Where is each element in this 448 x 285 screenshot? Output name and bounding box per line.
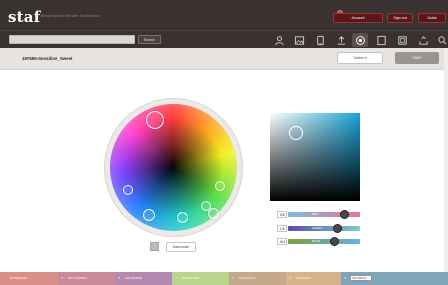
red-value-input[interactable]: 198 — [277, 211, 287, 218]
signout-button[interactable]: Sign out — [387, 13, 413, 23]
image-icon[interactable] — [291, 33, 307, 47]
palette-strip: ROSEQUAN × SKY GUARDI × MAUVESHE × WHITE… — [0, 272, 448, 285]
account-button[interactable]: Account — [333, 13, 383, 23]
user-icon[interactable] — [271, 33, 287, 47]
wheel-handle[interactable] — [177, 212, 188, 223]
tagline: Bring visions to life with Shutterstock — [41, 14, 100, 18]
blue-slider-track[interactable]: BLUE — [288, 239, 360, 244]
wheel-handle[interactable] — [123, 185, 133, 195]
wheel-handle[interactable] — [208, 208, 219, 219]
red-slider-knob[interactable] — [339, 210, 349, 219]
harmonize-button[interactable]: Harmonize — [166, 242, 196, 252]
wheel-handle[interactable] — [215, 181, 225, 191]
green-value-input[interactable]: 176 — [277, 225, 287, 232]
sv-picker-handle[interactable] — [289, 126, 303, 140]
color-wheel-icon[interactable] — [352, 33, 368, 47]
remove-swatch-icon[interactable]: × — [175, 275, 177, 280]
palette-swatch[interactable]: × MAUVESHE — [115, 272, 172, 285]
upload-icon[interactable] — [333, 33, 349, 47]
saturation-value-picker[interactable] — [270, 113, 360, 201]
swatch-label: SKY GUARDI — [68, 276, 87, 280]
logo[interactable]: staf — [8, 8, 40, 26]
swatch-name-input[interactable]: SKYMAYO — [350, 275, 372, 281]
toolbar: Search — [0, 30, 448, 48]
search-input[interactable] — [9, 35, 135, 44]
save-button[interactable]: SAVE — [395, 52, 439, 64]
wheel-handle-primary[interactable] — [146, 111, 164, 129]
blue-value-input[interactable]: 164 — [277, 238, 287, 245]
color-wheel[interactable] — [104, 98, 243, 237]
green-slider[interactable]: 176 GREEN — [277, 224, 361, 233]
palette-swatch[interactable]: × APRICENT — [286, 272, 341, 285]
phone-icon[interactable] — [312, 33, 328, 47]
help-button[interactable]: Guide — [418, 13, 446, 23]
green-slider-track[interactable]: GREEN — [288, 226, 360, 231]
palette-swatch[interactable]: × WHITE SHE — [172, 272, 229, 285]
wheel-handle[interactable] — [143, 209, 155, 221]
red-slider[interactable]: 198 RED — [277, 210, 361, 219]
blue-slider[interactable]: 164 BLUE — [277, 237, 361, 246]
scrollbar[interactable] — [444, 48, 448, 272]
swatch-label: AQUAMAYA — [239, 276, 256, 280]
top-header: staf Bring visions to life with Shutters… — [0, 0, 448, 30]
visibility-select[interactable]: Visible ▾ — [337, 52, 383, 64]
remove-swatch-icon[interactable]: × — [232, 275, 234, 280]
search-icon[interactable] — [434, 33, 448, 47]
palette-swatch[interactable]: ROSEQUAN — [0, 272, 58, 285]
swatch-label: APRICENT — [296, 276, 312, 280]
color-preview-square[interactable] — [150, 242, 159, 251]
swatch-label: MAUVESHE — [125, 276, 142, 280]
swatch-label: ROSEQUAN — [10, 276, 28, 280]
palette-swatch[interactable]: × AQUAMAYA — [229, 272, 286, 285]
palette-title: 197655-Sensitive_Sweet — [22, 56, 73, 61]
blue-slider-knob[interactable] — [329, 237, 339, 246]
green-slider-knob[interactable] — [333, 224, 343, 233]
remove-swatch-icon[interactable]: × — [344, 275, 346, 280]
remove-swatch-icon[interactable]: × — [61, 275, 63, 280]
swatch-label: WHITE SHE — [182, 276, 199, 280]
app-root: staf Bring visions to life with Shutters… — [0, 0, 448, 285]
share-icon[interactable] — [415, 33, 431, 47]
device-icon[interactable] — [394, 33, 410, 47]
frame-icon[interactable] — [373, 33, 389, 47]
remove-swatch-icon[interactable]: × — [289, 275, 291, 280]
palette-swatch[interactable]: × SKY GUARDI — [58, 272, 115, 285]
palette-swatch[interactable]: × SKYMAYO — [341, 272, 448, 285]
search-button[interactable]: Search — [138, 35, 161, 44]
red-slider-track[interactable]: RED — [288, 212, 360, 217]
remove-swatch-icon[interactable]: × — [118, 275, 120, 280]
